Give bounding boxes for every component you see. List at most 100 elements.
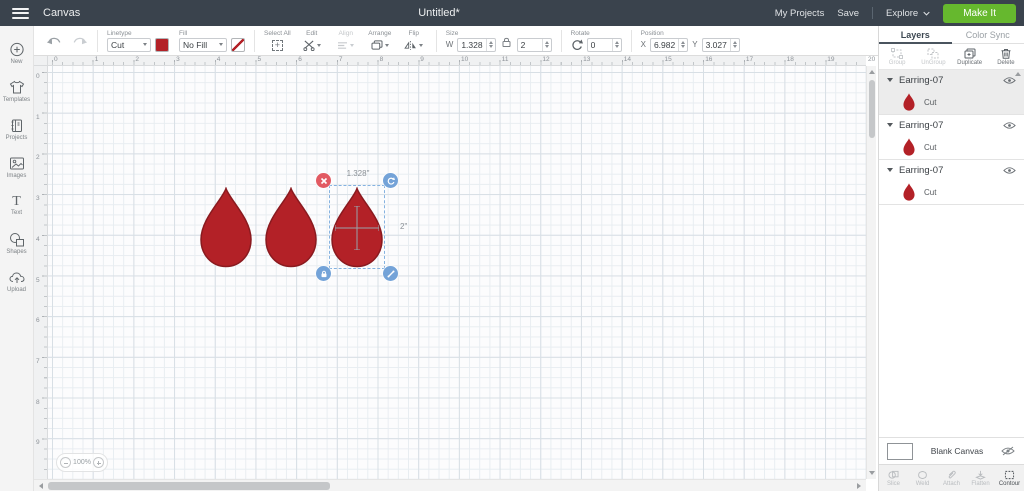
selection-center-crosshair	[335, 206, 379, 250]
photo-icon	[9, 157, 24, 169]
sidebar-item-text[interactable]: T Text	[0, 186, 34, 224]
zoom-out-button[interactable]	[60, 457, 71, 468]
ruler-number: 7	[338, 56, 343, 63]
rotate-group: Rotate 0	[571, 30, 622, 52]
tab-layers[interactable]: Layers	[879, 26, 952, 44]
ruler-number: 4	[36, 235, 40, 243]
group-button[interactable]: Group	[879, 47, 915, 66]
select-all-button[interactable]: Select All +	[264, 30, 291, 52]
collapse-caret-icon[interactable]	[887, 168, 893, 172]
arrange-menu-button[interactable]: Arrange	[367, 30, 393, 52]
horizontal-scrollbar[interactable]	[34, 479, 866, 491]
layer-group-row[interactable]: Earring-07 Cut	[879, 115, 1024, 160]
scroll-down-icon[interactable]	[869, 471, 875, 475]
zoom-in-button[interactable]	[93, 457, 104, 468]
linetype-dropdown[interactable]: Cut	[107, 37, 151, 52]
position-y-input[interactable]: 3.027	[701, 37, 740, 52]
ruler-number: 2	[135, 56, 140, 63]
vertical-scroll-thumb[interactable]	[869, 80, 875, 138]
page-title: Canvas	[43, 7, 81, 19]
layer-cut-row[interactable]: Cut	[879, 135, 1024, 159]
aspect-lock-icon[interactable]	[502, 37, 511, 47]
letter-t-icon: T	[12, 193, 21, 209]
slice-button[interactable]: Slice	[879, 470, 908, 487]
layer-cut-row[interactable]: Cut	[879, 90, 1024, 114]
duplicate-button[interactable]: Duplicate	[952, 48, 988, 66]
vertical-scrollbar[interactable]	[866, 66, 876, 479]
visibility-eye-icon[interactable]	[1003, 166, 1016, 175]
dropdown-caret-icon	[219, 43, 223, 46]
weld-button[interactable]: Weld	[908, 470, 937, 487]
delete-handle[interactable]	[316, 173, 331, 188]
lock-handle[interactable]	[316, 266, 331, 281]
width-stepper[interactable]	[485, 38, 495, 51]
rotate-input[interactable]: 0	[586, 37, 622, 52]
blank-canvas-swatch[interactable]	[887, 442, 913, 460]
collapse-caret-icon[interactable]	[887, 78, 893, 82]
height-input[interactable]: 2	[516, 37, 552, 52]
my-projects-link[interactable]: My Projects	[775, 8, 825, 19]
hamburger-menu-icon[interactable]	[12, 7, 29, 19]
align-menu-button[interactable]: Align	[333, 30, 359, 52]
position-x-input[interactable]: 6.982	[649, 37, 689, 52]
flatten-button[interactable]: Flatten	[966, 470, 995, 487]
layers-list: Earring-07 Cut Earring-07 Cut Earring-07…	[879, 70, 1024, 205]
flip-menu-button[interactable]: Flip	[401, 30, 427, 52]
position-x-stepper[interactable]	[678, 38, 687, 51]
redo-icon[interactable]	[72, 35, 88, 47]
layer-group-row[interactable]: Earring-07 Cut	[879, 160, 1024, 205]
visibility-eye-icon[interactable]	[1003, 121, 1016, 130]
horizontal-scroll-thumb[interactable]	[48, 482, 330, 490]
position-y-stepper[interactable]	[729, 38, 739, 51]
ungroup-button[interactable]: UnGroup	[915, 48, 951, 66]
collapse-caret-icon[interactable]	[887, 123, 893, 127]
delete-button[interactable]: Delete	[988, 48, 1024, 66]
visibility-eye-icon[interactable]	[1003, 76, 1016, 85]
teardrop-shape[interactable]	[199, 187, 253, 268]
sidebar-item-templates[interactable]: Templates	[0, 72, 34, 110]
linetype-color-swatch[interactable]	[155, 37, 169, 52]
scroll-right-icon[interactable]	[857, 483, 861, 489]
size-group: Size W 1.328 2	[446, 30, 552, 52]
width-input[interactable]: 1.328	[457, 37, 496, 52]
attach-button[interactable]: Attach	[937, 470, 966, 487]
rotate-arrow-icon	[387, 176, 395, 185]
fill-color-swatch[interactable]	[231, 37, 245, 52]
shapes-icon	[9, 232, 24, 246]
edit-menu-button[interactable]: Edit	[299, 30, 325, 52]
lock-icon	[321, 270, 326, 277]
explore-menu[interactable]: Explore	[886, 8, 930, 19]
sidebar-item-shapes[interactable]: Shapes	[0, 224, 34, 262]
contour-button[interactable]: Contour	[995, 470, 1024, 487]
layer-cut-row[interactable]: Cut	[879, 180, 1024, 204]
resize-handle[interactable]	[383, 266, 398, 281]
eye-slash-icon[interactable]	[1001, 446, 1015, 456]
ruler-number: 1	[36, 113, 40, 121]
dropdown-caret-icon	[350, 43, 355, 47]
scroll-left-icon[interactable]	[39, 483, 43, 489]
rotate-stepper[interactable]	[611, 38, 621, 51]
tab-color-sync[interactable]: Color Sync	[952, 26, 1024, 43]
ruler-number: 12	[542, 56, 550, 63]
height-stepper[interactable]	[541, 38, 551, 51]
tshirt-icon	[9, 80, 24, 93]
layer-name: Earring-07	[899, 164, 944, 176]
sidebar-item-projects[interactable]: Projects	[0, 110, 34, 148]
teardrop-shape[interactable]	[264, 187, 318, 268]
sidebar-item-images[interactable]: Images	[0, 148, 34, 186]
make-it-button[interactable]: Make It	[943, 3, 1016, 23]
sidebar-item-new[interactable]: New	[0, 34, 34, 72]
scroll-up-icon[interactable]	[869, 70, 875, 74]
ruler-number: 20	[868, 56, 876, 63]
panel-scroll-up-icon[interactable]	[1015, 72, 1021, 76]
sidebar-item-upload[interactable]: Upload	[0, 262, 34, 300]
rotate-handle[interactable]	[383, 173, 398, 188]
ruler-number: 14	[623, 56, 632, 63]
layer-group-row[interactable]: Earring-07 Cut	[879, 70, 1024, 115]
undo-icon[interactable]	[46, 35, 62, 47]
fill-dropdown[interactable]: No Fill	[179, 37, 227, 52]
save-link[interactable]: Save	[837, 8, 859, 19]
design-canvas[interactable]: 1.328" 2" 100%	[48, 66, 866, 479]
zoom-control: 100%	[56, 453, 108, 472]
fill-group: Fill No Fill	[179, 30, 245, 52]
